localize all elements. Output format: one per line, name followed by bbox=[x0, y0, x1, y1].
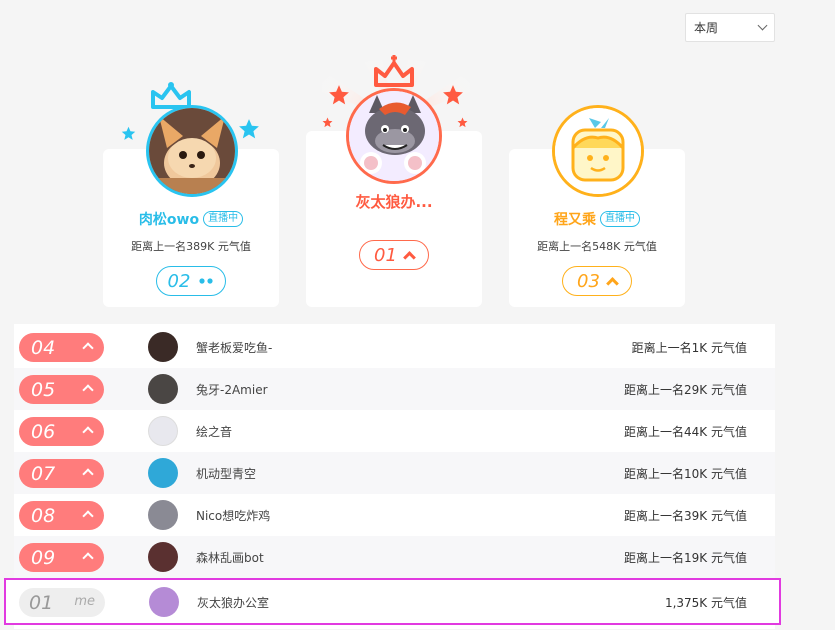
avatar-rank-2[interactable] bbox=[146, 105, 238, 197]
rank-number: 04 bbox=[31, 336, 56, 359]
table-row[interactable]: 04 蟹老板爱吃鱼- 距离上一名1K 元气值 bbox=[14, 326, 775, 368]
row-gap-text: 距离上一名10K 元气值 bbox=[624, 467, 747, 481]
star-icon bbox=[239, 119, 259, 139]
wolf-avatar-image bbox=[349, 91, 439, 181]
dots-icon bbox=[199, 278, 214, 284]
row-gap-text: 距离上一名44K 元气值 bbox=[624, 425, 747, 439]
avatar[interactable] bbox=[149, 587, 179, 617]
podium-name[interactable]: 肉松owo bbox=[139, 209, 199, 229]
avatar[interactable] bbox=[148, 416, 178, 446]
fox-avatar-image bbox=[149, 108, 235, 194]
arrow-up-icon bbox=[82, 384, 94, 396]
live-badge: 直播中 bbox=[203, 211, 244, 227]
rank-pill: 01 me bbox=[19, 588, 105, 617]
star-icon bbox=[457, 117, 468, 128]
podium-gap-text: 距离上一名548K 元气值 bbox=[537, 240, 657, 253]
row-gap-text: 距离上一名39K 元气值 bbox=[624, 509, 747, 523]
avatar-rank-1[interactable] bbox=[346, 88, 442, 184]
arrow-up-icon bbox=[606, 277, 619, 290]
podium-name[interactable]: 程又乘 bbox=[554, 209, 596, 229]
rank-pill: 01 bbox=[359, 240, 429, 270]
my-rank-row[interactable]: 01 me 灰太狼办公室 1,375K 元气值 bbox=[4, 578, 781, 625]
podium-name[interactable]: 灰太狼办... bbox=[355, 191, 432, 212]
avatar[interactable] bbox=[148, 332, 178, 362]
table-row[interactable]: 06 绘之音 距离上一名44K 元气值 bbox=[14, 410, 775, 452]
table-row[interactable]: 09 森林乱画bot 距离上一名19K 元气值 bbox=[14, 536, 775, 578]
chevron-down-icon bbox=[757, 20, 768, 31]
row-name[interactable]: 机动型青空 bbox=[196, 465, 256, 482]
arrow-up-icon bbox=[403, 251, 416, 264]
avatar-rank-3[interactable] bbox=[552, 105, 644, 197]
podium-gap-text: 距离上一名389K 元气值 bbox=[131, 240, 251, 253]
rank-number: 09 bbox=[31, 546, 56, 569]
rank-number: 03 bbox=[577, 270, 600, 292]
rank-pill: 02 bbox=[156, 266, 226, 296]
rank-pill: 04 bbox=[19, 333, 104, 362]
rank-number: 08 bbox=[31, 504, 56, 527]
my-value-text: 1,375K 元气值 bbox=[664, 596, 747, 610]
row-name[interactable]: 灰太狼办公室 bbox=[197, 594, 269, 611]
avatar[interactable] bbox=[148, 542, 178, 572]
rank-pill: 07 bbox=[19, 459, 104, 488]
arrow-up-icon bbox=[82, 510, 94, 522]
rank-number: 05 bbox=[31, 378, 56, 401]
row-gap-text: 距离上一名1K 元气值 bbox=[631, 341, 747, 355]
avatar[interactable] bbox=[148, 374, 178, 404]
row-gap-text: 距离上一名29K 元气值 bbox=[624, 383, 747, 397]
table-row[interactable]: 07 机动型青空 距离上一名10K 元气值 bbox=[14, 452, 775, 494]
rank-pill: 08 bbox=[19, 501, 104, 530]
star-icon bbox=[121, 126, 136, 140]
rank-number: 01 bbox=[29, 591, 54, 614]
arrow-up-icon bbox=[82, 468, 94, 480]
star-icon bbox=[443, 85, 463, 105]
default-avatar-image bbox=[555, 108, 641, 194]
star-icon bbox=[322, 117, 333, 128]
period-select[interactable]: 本周 bbox=[685, 13, 775, 42]
rank-number: 06 bbox=[31, 420, 56, 443]
rank-pill: 05 bbox=[19, 375, 104, 404]
me-tag: me bbox=[74, 594, 95, 609]
arrow-up-icon bbox=[82, 342, 94, 354]
row-name[interactable]: 兔牙-2Amier bbox=[196, 381, 268, 398]
rank-pill: 03 bbox=[562, 266, 632, 296]
rank-number: 01 bbox=[374, 244, 397, 266]
arrow-up-icon bbox=[82, 552, 94, 564]
crown-icon bbox=[374, 55, 414, 87]
rank-pill: 06 bbox=[19, 417, 104, 446]
table-row[interactable]: 05 兔牙-2Amier 距离上一名29K 元气值 bbox=[14, 368, 775, 410]
avatar[interactable] bbox=[148, 458, 178, 488]
row-name[interactable]: 蟹老板爱吃鱼- bbox=[196, 339, 272, 356]
row-name[interactable]: 森林乱画bot bbox=[196, 549, 264, 566]
row-name[interactable]: Nico想吃炸鸡 bbox=[196, 507, 270, 524]
row-name[interactable]: 绘之音 bbox=[196, 423, 232, 440]
period-select-value: 本周 bbox=[694, 21, 719, 35]
rank-pill: 09 bbox=[19, 543, 104, 572]
live-badge: 直播中 bbox=[600, 211, 640, 227]
star-icon bbox=[329, 85, 349, 105]
row-gap-text: 距离上一名19K 元气值 bbox=[624, 551, 747, 565]
avatar[interactable] bbox=[148, 500, 178, 530]
arrow-up-icon bbox=[82, 426, 94, 438]
rank-number: 07 bbox=[31, 462, 56, 485]
rank-number: 02 bbox=[167, 270, 191, 292]
table-row[interactable]: 08 Nico想吃炸鸡 距离上一名39K 元气值 bbox=[14, 494, 775, 536]
